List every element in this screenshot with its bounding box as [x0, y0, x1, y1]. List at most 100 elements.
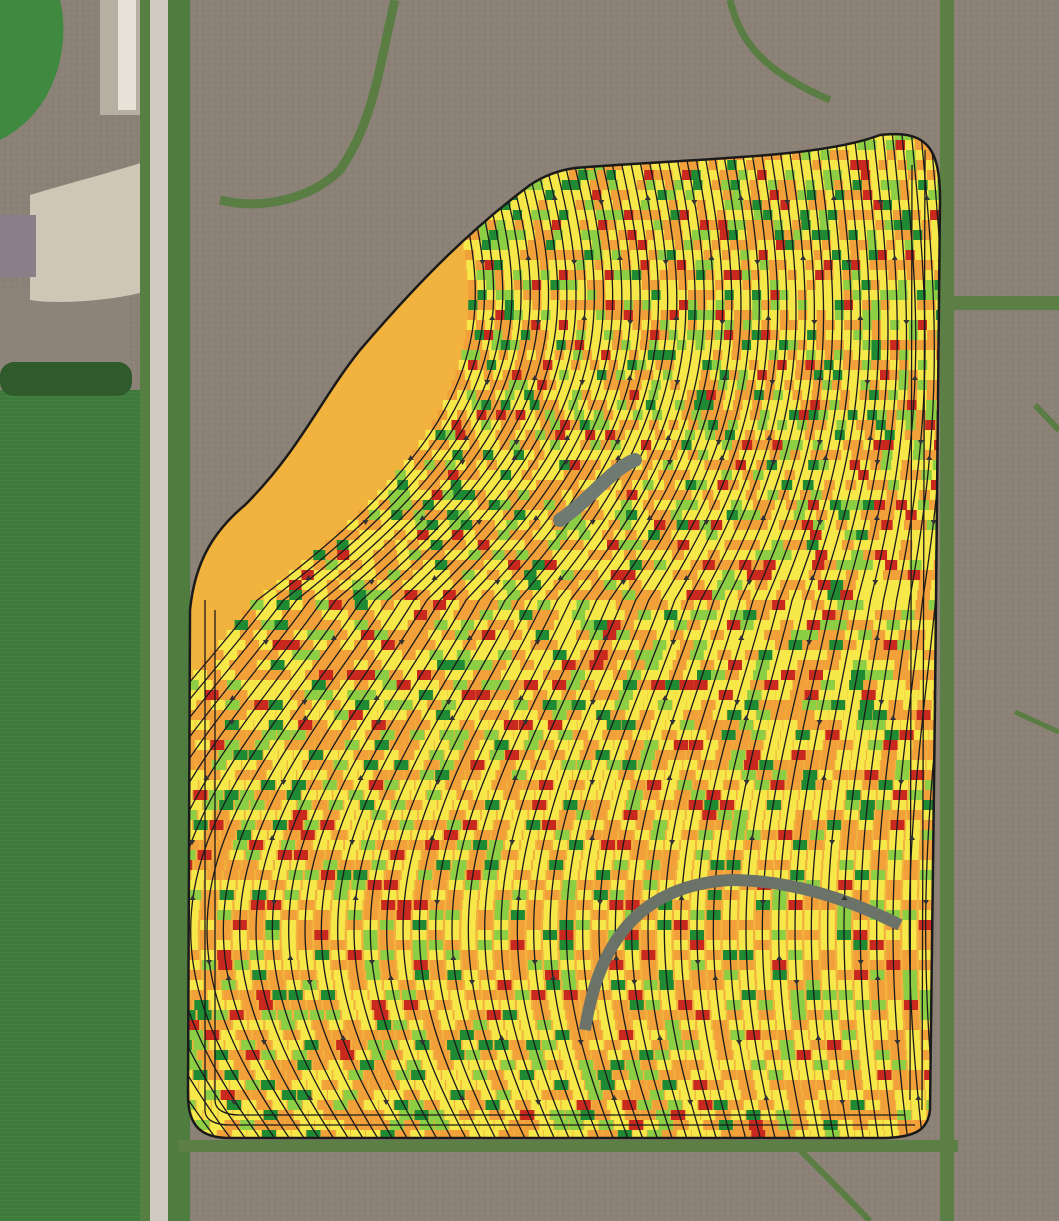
- yield-cell: [561, 570, 576, 580]
- yield-cell: [311, 680, 326, 690]
- yield-cell: [249, 670, 263, 680]
- yield-cell: [566, 580, 581, 590]
- yield-cell: [276, 580, 291, 590]
- yield-cell: [347, 690, 362, 700]
- yield-cell: [250, 600, 265, 610]
- yield-cell: [253, 630, 268, 640]
- machine-shed: [118, 0, 136, 110]
- yield-cell: [340, 640, 355, 650]
- yield-cell: [255, 610, 270, 620]
- yield-cell: [195, 740, 210, 750]
- yield-cell: [612, 550, 627, 560]
- yield-cell: [409, 760, 424, 770]
- yield-cell: [354, 600, 369, 610]
- yield-cell: [211, 700, 226, 710]
- yield-cell: [275, 710, 290, 720]
- yield-cell: [318, 690, 333, 700]
- yield-cell: [232, 730, 247, 740]
- yield-cell: [598, 570, 613, 580]
- yield-cell: [354, 620, 369, 630]
- yield-cell: [226, 680, 241, 690]
- yield-cell: [289, 590, 304, 600]
- yield-cell: [591, 580, 606, 590]
- yield-cell: [327, 590, 342, 600]
- yield-cell: [195, 720, 210, 730]
- road-ditch-west: [140, 0, 150, 1221]
- yield-cell: [562, 630, 577, 640]
- yield-cell: [254, 720, 269, 730]
- yield-cell: [217, 730, 232, 740]
- yield-cell: [508, 710, 523, 720]
- yield-cell: [381, 640, 396, 650]
- yield-cell: [367, 660, 382, 670]
- yield-cell: [241, 680, 256, 690]
- yield-cell: [233, 690, 248, 700]
- yield-cell: [617, 560, 632, 570]
- yield-cell: [340, 680, 355, 690]
- tree-row: [0, 362, 132, 396]
- yield-cell: [327, 620, 342, 630]
- yield-cell: [251, 650, 266, 660]
- yield-cell: [610, 570, 625, 580]
- yield-cell: [545, 590, 560, 600]
- yield-cell: [429, 750, 444, 760]
- yield-cell: [605, 560, 620, 570]
- yield-cell: [578, 580, 593, 590]
- yield-cell: [276, 600, 291, 610]
- yield-cell: [347, 670, 361, 680]
- yield-cell: [581, 560, 596, 570]
- yield-cell: [270, 660, 285, 670]
- yield-cell: [263, 590, 278, 600]
- yield-cell: [261, 690, 276, 700]
- yield-cell: [256, 660, 271, 670]
- yield-cell: [289, 580, 304, 590]
- yield-cell: [196, 1100, 211, 1110]
- yield-cell: [268, 610, 283, 620]
- yield-cell: [210, 720, 225, 730]
- yield-cell: [266, 630, 281, 640]
- yield-cell: [277, 670, 291, 680]
- yield-cell: [622, 590, 637, 600]
- yield-cell: [239, 720, 254, 730]
- yield-cell: [247, 690, 262, 700]
- yield-cell: [550, 600, 565, 610]
- yield-cell: [302, 600, 317, 610]
- yield-cell: [334, 630, 349, 640]
- yield-cell: [242, 610, 257, 620]
- yield-cell: [326, 570, 341, 580]
- yield-cell: [239, 700, 254, 710]
- yield-cell: [315, 600, 330, 610]
- yield-cell: [291, 670, 305, 680]
- yield-cell: [313, 550, 328, 560]
- yield-cell: [261, 620, 276, 630]
- yield-cell: [333, 670, 347, 680]
- yield-cell: [276, 590, 291, 600]
- yield-cell: [404, 1090, 419, 1100]
- yield-cell: [301, 580, 316, 590]
- yield-cell: [319, 650, 334, 660]
- yield-cell: [295, 610, 310, 620]
- yield-cell: [283, 700, 298, 710]
- yield-cell: [217, 710, 232, 720]
- yield-cell: [247, 730, 262, 740]
- yield-cell: [305, 670, 319, 680]
- aerial-map[interactable]: [0, 0, 1059, 1221]
- yield-cell: [311, 700, 326, 710]
- field-border-south: [178, 1140, 958, 1152]
- yield-cell: [304, 690, 319, 700]
- yield-cell: [726, 560, 741, 570]
- yield-cell: [301, 560, 316, 570]
- yield-cell: [210, 740, 225, 750]
- yield-cell: [313, 560, 328, 570]
- yield-cell: [284, 660, 299, 670]
- yield-cell: [588, 550, 603, 560]
- yield-cell: [623, 570, 638, 580]
- yield-cell: [283, 720, 298, 730]
- yield-cell: [333, 690, 348, 700]
- yield-cell: [235, 670, 249, 680]
- map-canvas: [0, 0, 1059, 1221]
- yield-cell: [360, 650, 375, 660]
- yield-cell: [293, 630, 308, 640]
- yield-cell: [280, 630, 295, 640]
- yield-cell: [272, 640, 287, 650]
